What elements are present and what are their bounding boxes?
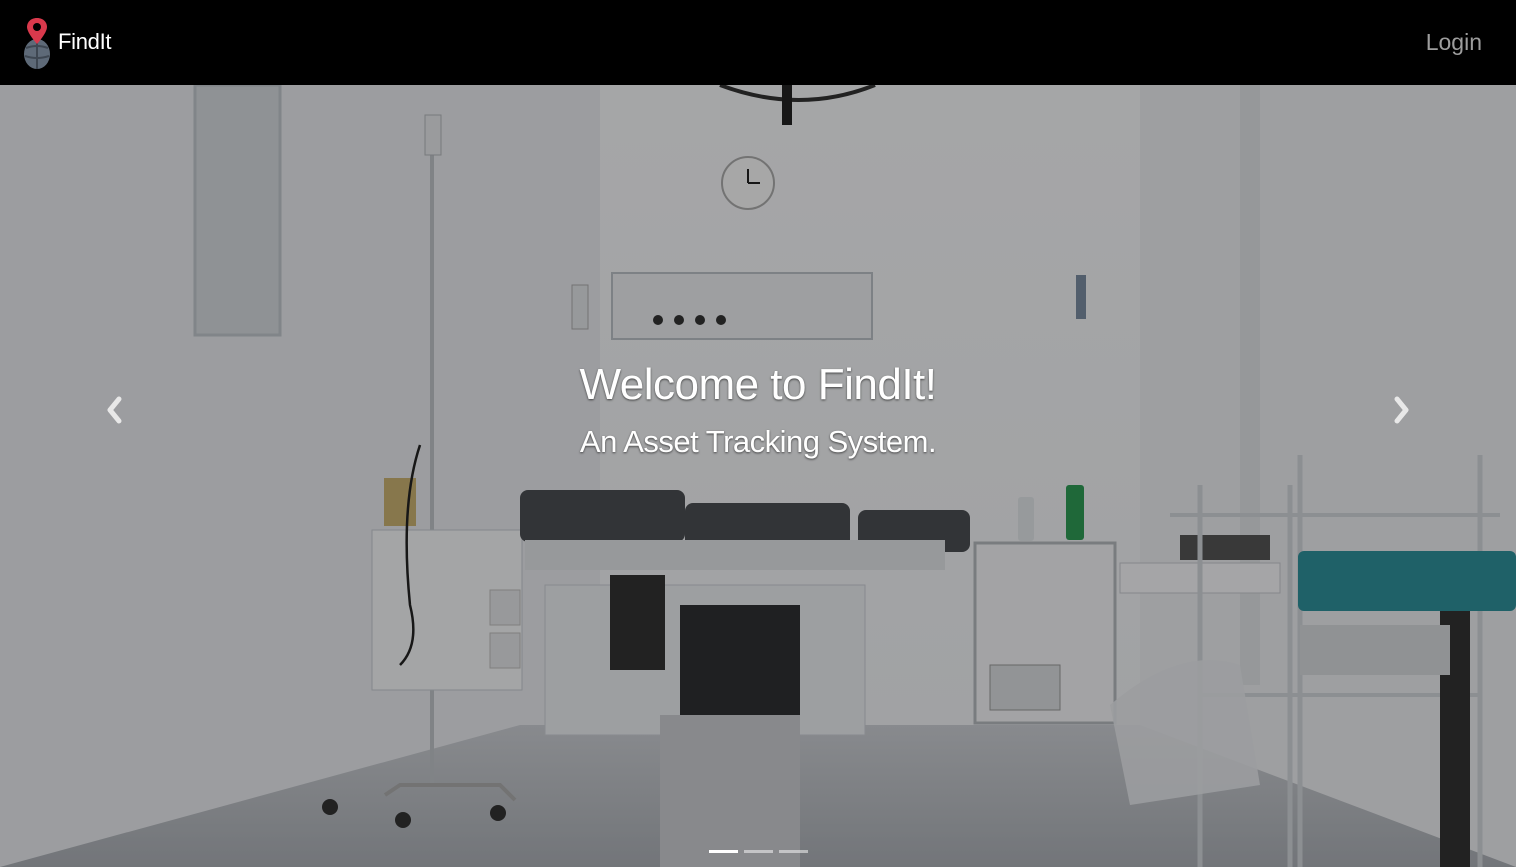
- carousel-indicator-2[interactable]: [743, 850, 773, 853]
- hero-caption: Welcome to FindIt! An Asset Tracking Sys…: [0, 360, 1516, 460]
- chevron-right-icon: [1394, 396, 1409, 424]
- carousel-prev-button[interactable]: [84, 385, 144, 435]
- brand-name: FindIt: [58, 29, 112, 54]
- brand-link[interactable]: FindIt: [22, 16, 112, 70]
- hero-dim-overlay: [0, 85, 1516, 867]
- carousel-next-button[interactable]: [1372, 385, 1432, 435]
- map-pin-globe-icon: [24, 18, 50, 69]
- login-link[interactable]: Login: [1426, 29, 1482, 56]
- hero-carousel: Welcome to FindIt! An Asset Tracking Sys…: [0, 85, 1516, 867]
- chevron-left-icon: [107, 396, 122, 424]
- carousel-indicator-3[interactable]: [778, 850, 808, 853]
- hero-subtitle: An Asset Tracking System.: [579, 424, 937, 459]
- top-navbar: FindIt Login: [0, 0, 1516, 85]
- hero-title: Welcome to FindIt!: [579, 360, 938, 409]
- carousel-indicators: [0, 850, 1516, 853]
- carousel-indicator-1[interactable]: [708, 850, 738, 853]
